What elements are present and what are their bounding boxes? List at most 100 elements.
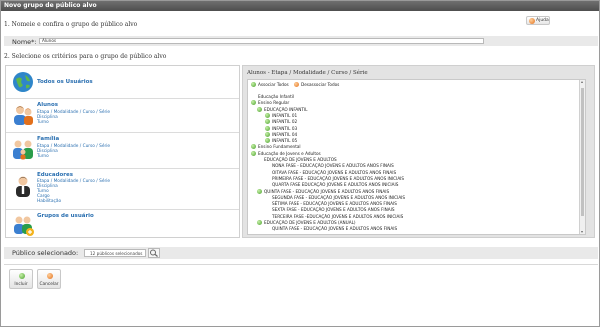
user-group-icon: [14, 216, 34, 236]
tree-item[interactable]: INFANTIL 01: [265, 112, 298, 118]
tree-item[interactable]: Educação de Jovens e Adultos: [251, 150, 321, 156]
associate-icon: [251, 82, 256, 87]
associate-icon[interactable]: [265, 131, 270, 137]
name-input[interactable]: Alunos: [39, 38, 484, 44]
group-students[interactable]: Alunos Etapa / Modalidade / Curso / Séri…: [6, 98, 239, 132]
search-icon: [150, 249, 158, 257]
associate-icon[interactable]: [251, 100, 256, 106]
tree-item[interactable]: QUARTA FASE EDUCAÇÃO JOVENS E ADULTOS AN…: [272, 182, 398, 187]
step2-title: 2. Selecione os critérios para o grupo d…: [4, 53, 167, 60]
tree-item-label: EDUCAÇÃO DE JOVENS E ADULTOS: [264, 157, 337, 162]
tree-item[interactable]: SEXTA FASE - EDUCAÇÃO JOVENS E ADULTOS A…: [272, 207, 395, 212]
tree-item[interactable]: SÉTIMA FASE - EDUCAÇÃO JOVENS E ADULTOS …: [272, 201, 397, 206]
associate-icon[interactable]: [265, 125, 270, 131]
students-icon: [14, 106, 33, 125]
associate-icon[interactable]: [257, 188, 262, 194]
footer-divider: [4, 264, 598, 265]
tree-item-label: INFANTIL 01: [272, 112, 298, 118]
audience-groups-panel: Todos os Usuários Alunos Etapa / Modalid…: [5, 65, 240, 238]
tree-item-label: INFANTIL 03: [272, 125, 298, 131]
tree-scrollbar[interactable]: ▴ ▾: [579, 80, 585, 234]
tree-item[interactable]: OITAVA FASE - EDUCAÇÃO JOVENS E ADULTOS …: [272, 170, 396, 175]
tree-item-label: Educação de Jovens e Adultos: [258, 150, 321, 156]
name-label: Nome*:: [12, 38, 37, 46]
disassociate-icon: [294, 82, 299, 87]
group-sub-qualification[interactable]: Habilitação: [37, 199, 61, 204]
tree-item[interactable]: QUINTA FASE - EDUCAÇÃO JOVENS E ADULTOS …: [257, 188, 390, 194]
plus-icon: [19, 273, 25, 279]
include-button[interactable]: Incluir: [9, 269, 33, 289]
tree-item-label: Ensino Fundamental: [258, 144, 301, 150]
group-sub-shift[interactable]: Turno: [37, 120, 49, 125]
tree-item-label: INFANTIL 04: [272, 131, 298, 137]
associate-icon[interactable]: [257, 220, 262, 225]
tree-item[interactable]: PRIMEIRA FASE - EDUCAÇÃO JOVENS E ADULTO…: [272, 176, 404, 181]
tree-item[interactable]: INFANTIL 04: [265, 131, 298, 137]
group-title: Alunos: [37, 102, 59, 108]
tree-item[interactable]: EDUCAÇÃO DE JOVENS E ADULTOS: [264, 157, 337, 162]
group-user-groups[interactable]: Grupos de usuário: [6, 209, 239, 239]
tree-item[interactable]: Educação Infantil: [258, 94, 294, 99]
tree-item[interactable]: SEGUNDA FASE - EDUCAÇÃO JOVENS E ADULTOS…: [272, 195, 405, 200]
associate-icon[interactable]: [257, 106, 262, 112]
help-button[interactable]: Ajuda: [526, 16, 550, 25]
cancel-icon: [47, 273, 53, 279]
tree-item[interactable]: QUINTA FASE - EDUCAÇÃO JOVENS E ADULTOS …: [272, 226, 397, 231]
tree-item[interactable]: INFANTIL 05: [265, 138, 297, 144]
group-all-users[interactable]: Todos os Usuários: [6, 66, 239, 98]
group-family[interactable]: Família Etapa / Modalidade / Curso / Sér…: [6, 132, 239, 168]
tree-item-label: SEGUNDA FASE - EDUCAÇÃO JOVENS E ADULTOS…: [272, 194, 406, 200]
associate-icon[interactable]: [251, 144, 256, 150]
tree-item-label: PRIMEIRA FASE - EDUCAÇÃO JOVENS E ADULTO…: [272, 175, 405, 181]
tree-item-label: SEXTA FASE - EDUCAÇÃO JOVENS E ADULTOS A…: [272, 207, 395, 213]
tree-item[interactable]: INFANTIL 02: [265, 119, 298, 125]
tree-item[interactable]: NONA FASE - EDUCAÇÃO JOVENS E ADULTOS AN…: [272, 163, 394, 168]
group-educators[interactable]: Educadores Etapa / Modalidade / Curso / …: [6, 168, 239, 209]
tree-item-label: INFANTIL 02: [272, 119, 298, 125]
tree-item-label: Ensino Regular: [258, 100, 290, 106]
tree-item[interactable]: Ensino Regular: [251, 100, 290, 106]
group-title: Educadores: [37, 172, 74, 178]
associate-icon[interactable]: [265, 119, 270, 125]
associate-icon[interactable]: [265, 112, 270, 118]
window-title: Novo grupo de público alvo: [1, 1, 599, 11]
globe-icon: [13, 72, 33, 92]
criteria-header: Alunos - Etapa / Modalidade / Curso / Sé…: [247, 70, 368, 76]
help-icon: [529, 18, 535, 24]
group-title: Grupos de usuário: [37, 213, 94, 219]
tree-item-label: Educação Infantil: [258, 94, 295, 99]
scroll-up-icon[interactable]: ▴: [581, 80, 585, 84]
family-icon: [13, 140, 33, 160]
tree-item[interactable]: INFANTIL 03: [265, 125, 298, 131]
tree-item-label: QUARTA FASE EDUCAÇÃO JOVENS E ADULTOS AN…: [272, 182, 399, 188]
scroll-down-icon[interactable]: ▾: [581, 230, 585, 234]
disassociate-all-link[interactable]: Desassociar Todos: [294, 82, 339, 87]
tree-item-label: QUINTA FASE - EDUCAÇÃO JOVENS E ADULTOS …: [264, 188, 390, 194]
group-title: Família: [37, 136, 60, 142]
dialog-window: Novo grupo de público alvo Ajuda 1. Nome…: [0, 0, 600, 327]
educator-icon: [16, 176, 30, 197]
selected-row: Público selecionado: 12 públicos selecio…: [4, 247, 598, 259]
cancel-button[interactable]: Cancelar: [37, 269, 61, 289]
include-label: Incluir: [14, 282, 28, 287]
tree-item[interactable]: TERCEIRA FASE -EDUCAÇÃO JOVENS E ADULTOS…: [272, 214, 403, 219]
criteria-panel: Alunos - Etapa / Modalidade / Curso / Sé…: [242, 65, 595, 238]
tree-item-label: OITAVA FASE - EDUCAÇÃO JOVENS E ADULTOS …: [272, 169, 397, 175]
tree-item-label: EDUCAÇÃO INFANTIL: [264, 106, 308, 112]
associate-all-link[interactable]: Associar Todos: [251, 82, 289, 87]
tree-item[interactable]: EDUCAÇÃO INFANTIL: [257, 106, 308, 112]
group-sub-shift[interactable]: Turno: [37, 154, 49, 159]
step1-title: 1. Nomeie e confira o grupo de público a…: [4, 21, 138, 28]
name-row: Nome*: Alunos: [4, 36, 598, 46]
tree-item-label: SÉTIMA FASE - EDUCAÇÃO JOVENS E ADULTOS …: [272, 201, 397, 207]
tree-item[interactable]: EDUCAÇÃO DE JOVENS E ADULTOS (ANUAL): [257, 220, 356, 225]
tree-item-label: EDUCAÇÃO DE JOVENS E ADULTOS (ANUAL): [264, 220, 356, 225]
associate-icon[interactable]: [251, 150, 256, 156]
scroll-thumb[interactable]: [581, 88, 584, 216]
associate-icon[interactable]: [265, 138, 270, 144]
tree-item[interactable]: Ensino Fundamental: [251, 144, 301, 150]
search-button[interactable]: [148, 248, 160, 258]
selected-label: Público selecionado:: [12, 249, 79, 257]
selected-field[interactable]: 12 públicos selecionados: [84, 249, 146, 257]
tree-item-label: NONA FASE - EDUCAÇÃO JOVENS E ADULTOS AN…: [272, 163, 394, 169]
